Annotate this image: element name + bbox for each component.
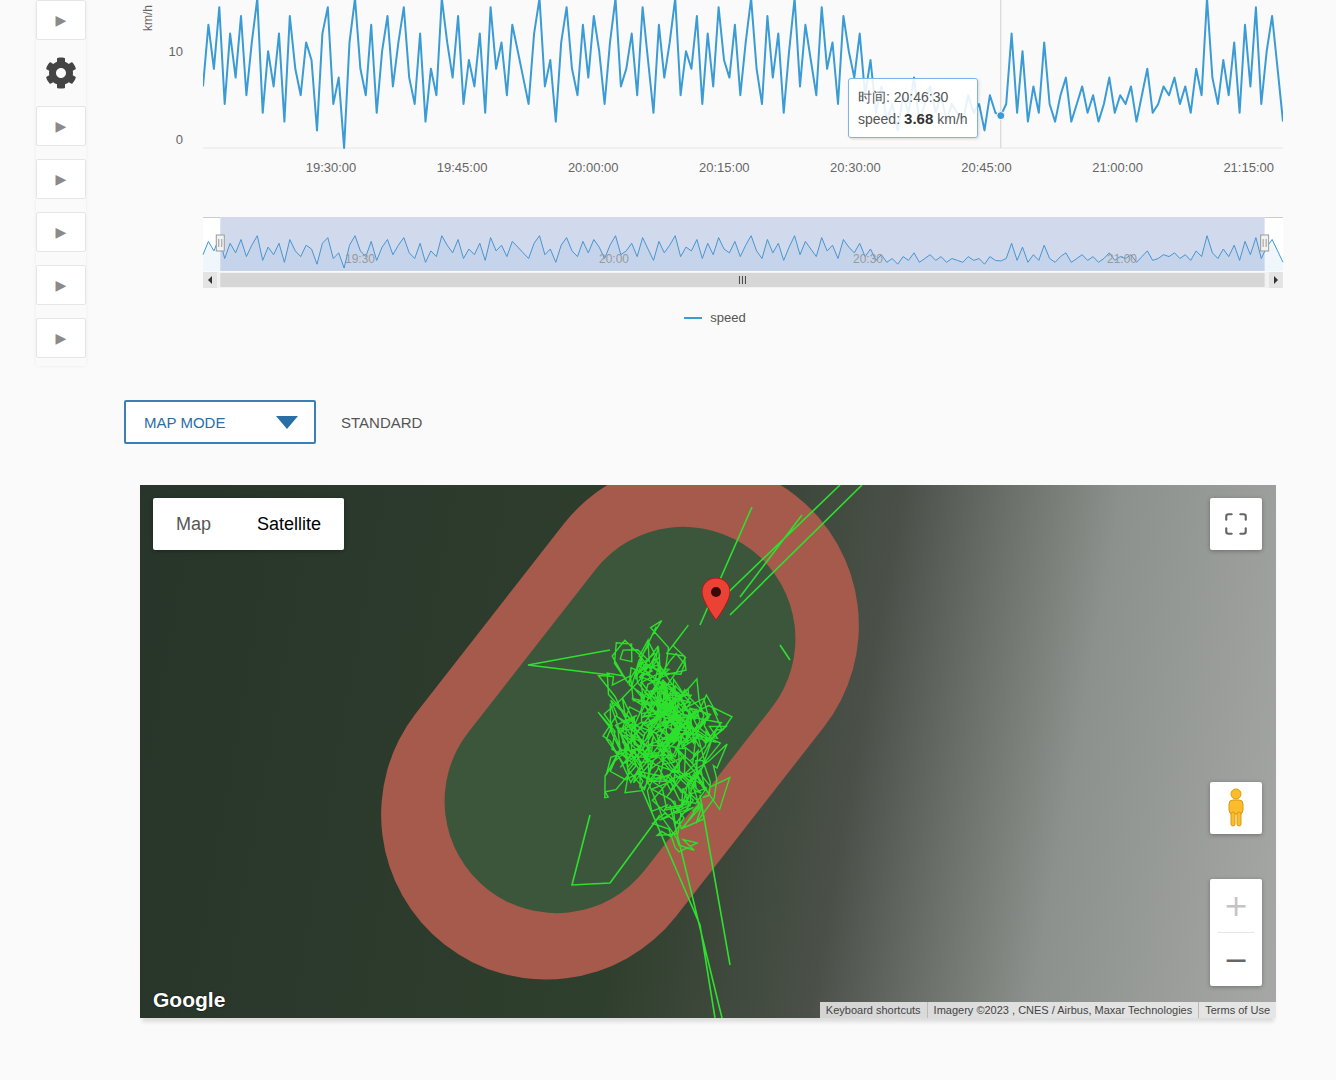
scrollbar-thumb[interactable] bbox=[220, 273, 1264, 287]
x-tick-label: 19:45:00 bbox=[437, 160, 488, 175]
arrow-right-icon bbox=[1274, 276, 1278, 284]
scroll-left-button[interactable] bbox=[203, 272, 217, 288]
sidebar-toggle-button[interactable]: ▶ bbox=[36, 265, 86, 305]
sidebar-toggle-button[interactable]: ▶ bbox=[36, 212, 86, 252]
scrollbar-grip-icon bbox=[739, 276, 745, 284]
y-axis-title: km/h bbox=[141, 5, 155, 31]
chart-canvas: km/h 10 0 19:30:00 19:45:00 20:00:00 20:15:00 2… bbox=[140, 0, 1290, 300]
x-tick-label: 21:00:00 bbox=[1092, 160, 1143, 175]
sidebar-toggle-button[interactable]: ▶ bbox=[36, 318, 86, 358]
top-row: ▶ ▶ ▶ ▶ ▶ ▶ km/h 10 0 19:30:00 19:45:00 20:00:00 20:… bbox=[0, 0, 1336, 366]
map-type-button[interactable]: Map bbox=[153, 498, 234, 550]
sidebar-toggle-button[interactable]: ▶ bbox=[36, 106, 86, 146]
sidebar: ▶ ▶ ▶ ▶ ▶ ▶ bbox=[36, 0, 86, 366]
crosshair bbox=[1000, 0, 1001, 148]
zoom-control: +− bbox=[1210, 879, 1262, 986]
stadium-shape bbox=[315, 485, 926, 1018]
fullscreen-icon bbox=[1223, 511, 1249, 537]
attribution-item[interactable]: Imagery ©2023 , CNES / Airbus, Maxar Tec… bbox=[927, 1002, 1199, 1018]
map-mode-value: STANDARD bbox=[341, 414, 422, 431]
google-logo: Google bbox=[153, 988, 225, 1012]
navigator-handle-icon[interactable] bbox=[1261, 235, 1269, 251]
pegman-control bbox=[1210, 782, 1262, 834]
tooltip-time: 时间: 20:46:30 bbox=[858, 86, 968, 108]
gps-track bbox=[598, 621, 732, 852]
legend-item[interactable]: speed bbox=[684, 310, 745, 325]
zoom-button[interactable]: + bbox=[1210, 879, 1262, 932]
fullscreen-button[interactable] bbox=[1210, 498, 1262, 550]
gear-icon[interactable] bbox=[45, 57, 77, 89]
navigator-handle-icon[interactable] bbox=[216, 235, 224, 251]
satellite-imagery bbox=[140, 485, 1276, 1018]
settings-slot[interactable] bbox=[36, 53, 86, 93]
page: ▶ ▶ ▶ ▶ ▶ ▶ km/h 10 0 19:30:00 19:45:00 20:00:00 20:… bbox=[0, 0, 1336, 1080]
map-attribution: Keyboard shortcutsImagery ©2023 , CNES /… bbox=[820, 1002, 1276, 1018]
tooltip-speed: speed:3.68km/h bbox=[858, 108, 968, 130]
x-tick-label: 20:45:00 bbox=[961, 160, 1012, 175]
sidebar-toggle-button[interactable]: ▶ bbox=[36, 0, 86, 40]
speed-chart: km/h 10 0 19:30:00 19:45:00 20:00:00 20:15:00 2… bbox=[140, 0, 1290, 366]
navigator-label: 21:00 bbox=[1107, 252, 1137, 266]
y-tick-label: 0 bbox=[176, 132, 183, 147]
dropdown-arrow-icon bbox=[276, 416, 298, 429]
navigator-label: 20:30 bbox=[853, 252, 883, 266]
x-tick-label: 21:15:00 bbox=[1223, 160, 1274, 175]
sidebar-toggle-button[interactable]: ▶ bbox=[36, 159, 86, 199]
x-tick-label: 19:30:00 bbox=[306, 160, 357, 175]
street-view-button[interactable] bbox=[1210, 782, 1262, 834]
map-mode-row: MAP MODE STANDARD bbox=[124, 400, 1336, 444]
pegman-icon bbox=[1225, 788, 1247, 828]
x-tick-label: 20:00:00 bbox=[568, 160, 619, 175]
x-axis-line bbox=[203, 148, 1283, 149]
navigator-label: 20:00 bbox=[599, 252, 629, 266]
zoom-button[interactable]: − bbox=[1210, 933, 1262, 986]
chart-legend: speed bbox=[140, 300, 1290, 325]
hover-point[interactable] bbox=[997, 112, 1005, 120]
map-mode-dropdown[interactable]: MAP MODE bbox=[124, 400, 316, 444]
map-type-button[interactable]: Satellite bbox=[234, 498, 344, 550]
navigator[interactable]: 19:30 20:00 20:30 21:00 bbox=[203, 217, 1283, 288]
attribution-item[interactable]: Terms of Use bbox=[1198, 1002, 1276, 1018]
map[interactable]: MapSatellite +− Google Keyboard shortcutsIm… bbox=[140, 485, 1276, 1018]
chart-tooltip: 时间: 20:46:30speed:3.68km/h bbox=[848, 78, 978, 138]
x-tick-label: 20:30:00 bbox=[830, 160, 881, 175]
map-type-toggle: MapSatellite bbox=[153, 498, 344, 550]
y-tick-label: 10 bbox=[169, 44, 183, 59]
fullscreen-control bbox=[1210, 498, 1262, 550]
gps-track-strands bbox=[528, 485, 862, 1018]
arrow-left-icon bbox=[208, 276, 212, 284]
speed-line[interactable] bbox=[203, 0, 1283, 148]
navigator-selection[interactable] bbox=[220, 217, 1264, 271]
scroll-right-button[interactable] bbox=[1269, 272, 1283, 288]
scrollbar[interactable] bbox=[203, 272, 1283, 288]
navigator-label: 19:30 bbox=[345, 252, 375, 266]
location-pin-icon[interactable] bbox=[702, 578, 730, 620]
legend-line-icon bbox=[684, 317, 702, 319]
attribution-item[interactable]: Keyboard shortcuts bbox=[820, 1002, 927, 1018]
x-tick-label: 20:15:00 bbox=[699, 160, 750, 175]
